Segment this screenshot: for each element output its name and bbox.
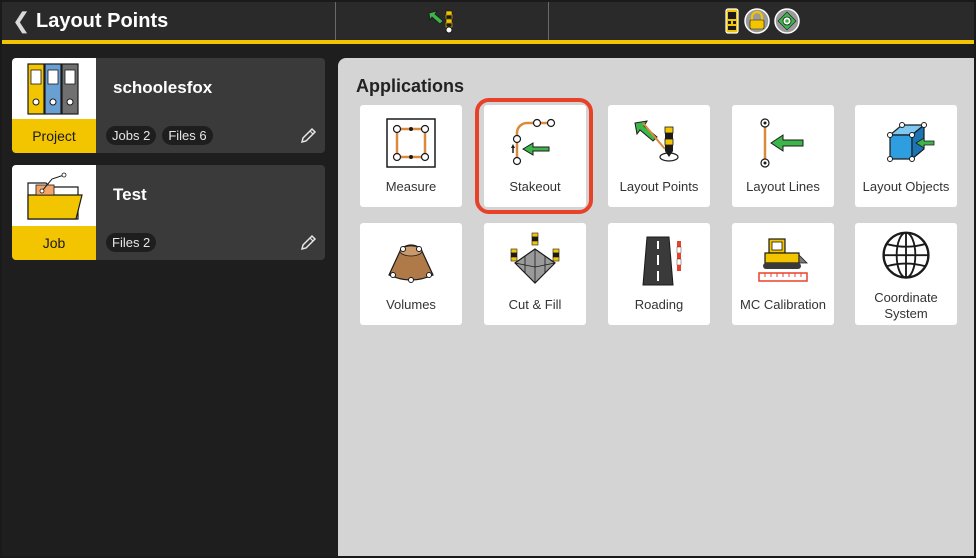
section-heading: Applications [356,76,465,96]
app-tile-layout-lines[interactable]: Layout Lines [732,105,834,207]
app-tile-roading[interactable]: Roading [608,223,710,325]
job-thumbnail [12,165,96,226]
app-label: Layout Lines [746,179,820,194]
page-title: Layout Points [36,9,169,32]
open-folder-icon [27,172,83,220]
app-label: Coordinate System [874,290,938,321]
gnss-receiver-icon[interactable] [773,7,801,35]
lock-icon[interactable] [743,7,771,35]
card-chips: Files 2 [106,233,157,252]
mode-section [336,2,549,40]
layout-points-icon [634,120,679,162]
app-tile-stakeout[interactable]: Stakeout [484,105,586,207]
app-tile-volumes[interactable]: Volumes [360,223,462,325]
files-count-badge: Files 6 [162,126,213,145]
applications-panel: Applications Measure Stakeout Layout Poi… [338,58,974,556]
card-chips: Jobs 2 Files 6 [106,126,213,145]
app-tile-layout-points[interactable]: Layout Points [608,105,710,207]
app-label: Stakeout [509,179,561,194]
volumes-icon [388,244,434,283]
chevron-left-icon[interactable]: ❮ [12,8,30,34]
files-count-badge: Files 2 [106,233,157,252]
app-tile-cut-fill[interactable]: Cut & Fill [484,223,586,325]
pencil-icon[interactable] [299,127,317,145]
measure-icon [386,118,436,168]
app-label: Volumes [386,297,436,312]
binders-icon [27,63,79,115]
top-bar: ❮ Layout Points [2,2,974,44]
layout-points-mode-icon[interactable] [427,7,457,35]
project-name: schoolesfox [113,78,213,97]
left-panel: Project schoolesfox Jobs 2 Files 6 Job T… [2,44,336,556]
layout-objects-icon [887,122,935,162]
app-label: Layout Points [619,179,699,194]
app-tile-mc-calibration[interactable]: MC Calibration [732,223,834,325]
stakeout-icon [511,118,556,166]
mc-calibration-icon [758,238,808,282]
app-window: ❮ Layout Points Project schoolesfox Jobs… [0,0,976,558]
cut-fill-icon [510,232,560,284]
card-type-label: Project [12,119,96,153]
title-section: ❮ Layout Points [2,2,336,40]
card-type-label: Job [12,226,96,260]
app-label: Roading [634,297,684,312]
app-tile-coordinate-system[interactable]: Coordinate System [855,223,957,325]
jobs-count-badge: Jobs 2 [106,126,157,145]
app-label: MC Calibration [740,297,826,312]
job-name: Test [113,185,147,204]
app-tile-measure[interactable]: Measure [360,105,462,207]
project-card[interactable]: Project schoolesfox Jobs 2 Files 6 [12,58,325,153]
app-label: Layout Objects [862,179,950,194]
project-thumbnail [12,58,96,119]
job-card[interactable]: Job Test Files 2 [12,165,325,260]
app-label: Measure [385,179,437,194]
status-section [549,2,974,40]
app-label: Cut & Fill [508,297,562,312]
app-tile-layout-objects[interactable]: Layout Objects [855,105,957,207]
pencil-icon[interactable] [299,234,317,252]
layout-lines-icon [760,118,804,168]
globe-icon [882,231,930,279]
controller-icon[interactable] [723,7,741,35]
roading-icon [642,236,682,286]
